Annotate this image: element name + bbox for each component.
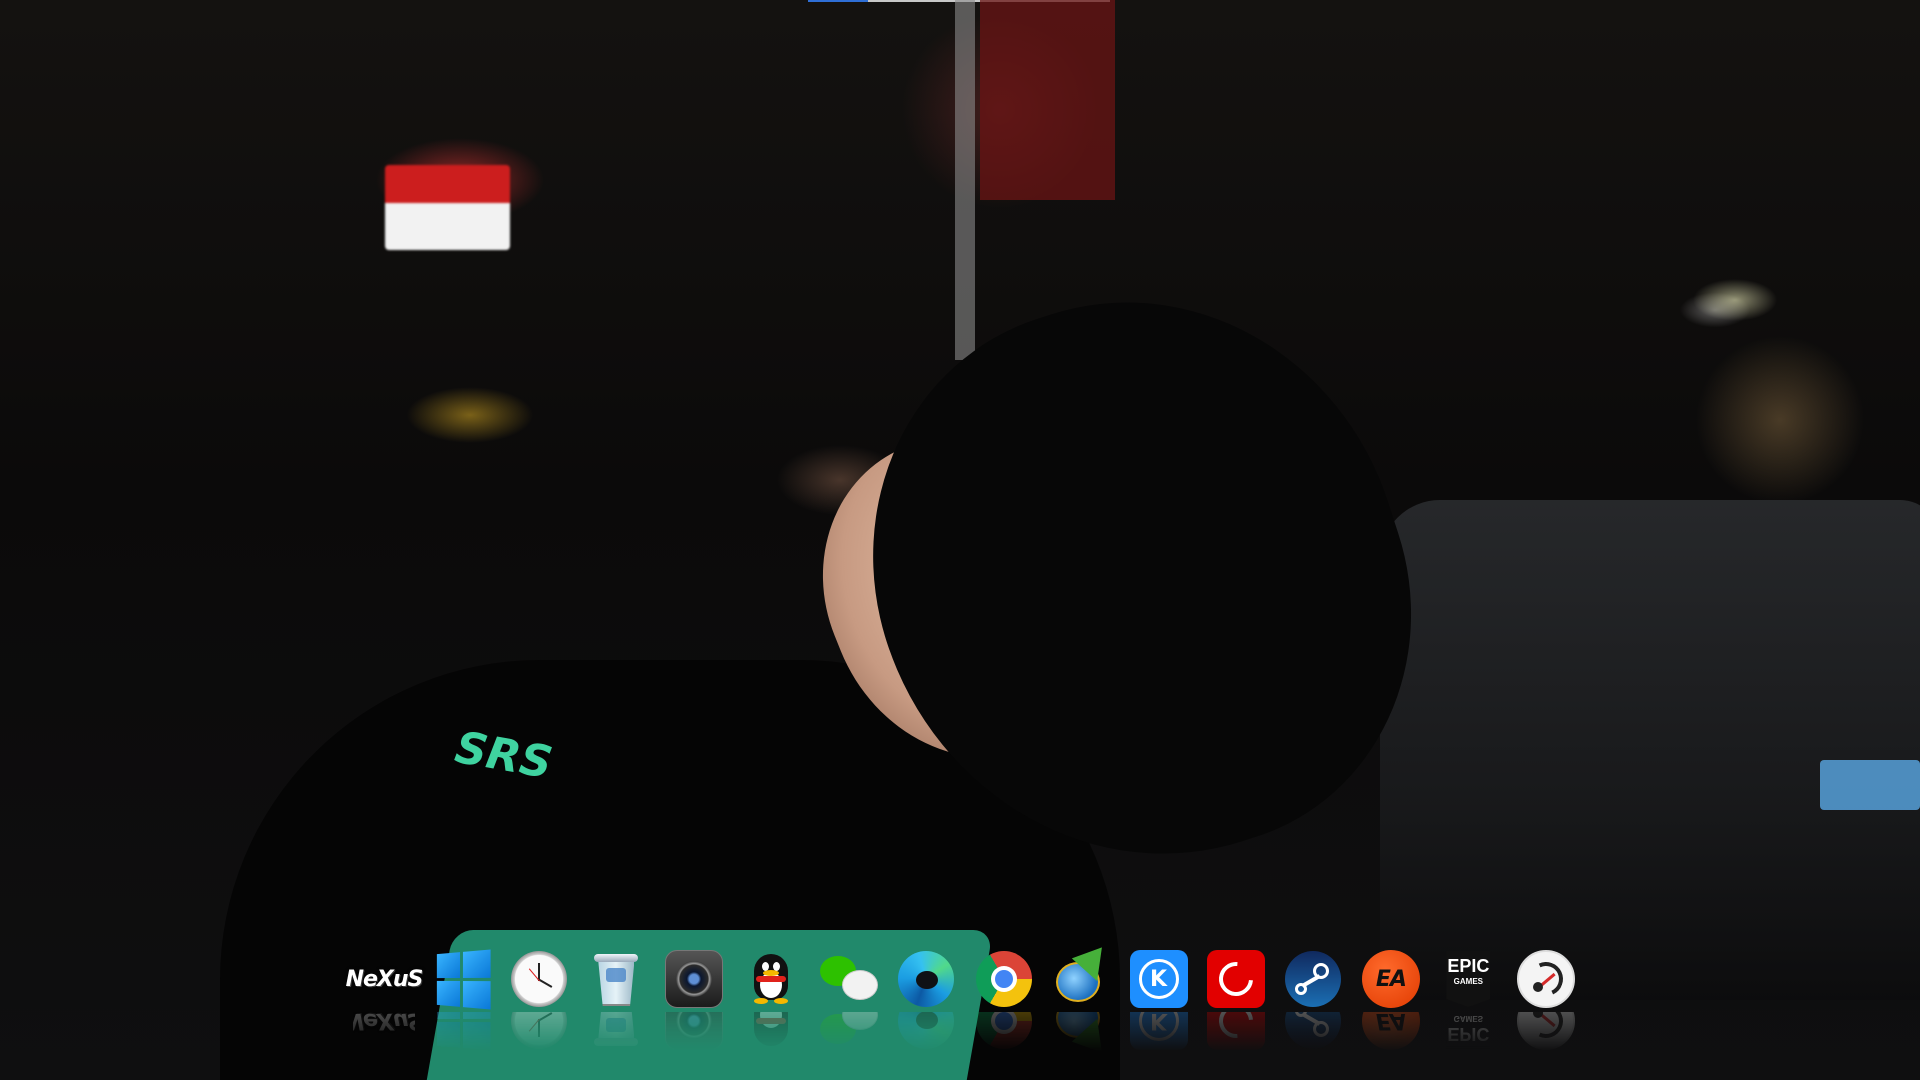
desktop[interactable]: SRS NeXuS NeXuS xyxy=(0,0,1920,1080)
nexus-icon-reflection: NeXuS xyxy=(353,1012,415,1052)
wallpaper-car xyxy=(1380,500,1920,1000)
idm-icon-reflection xyxy=(1050,1012,1113,1052)
download-manager-icon[interactable] xyxy=(1050,947,1113,1010)
dock-item-windows[interactable] xyxy=(427,948,495,1068)
dock-item-recycle-bin[interactable] xyxy=(582,948,650,1068)
epic-icon-reflection: EPIC GAMES xyxy=(1437,1012,1499,1052)
ea-icon-reflection: EA xyxy=(1360,1012,1422,1052)
steam-logo-icon[interactable] xyxy=(1282,948,1344,1010)
netease-icon-reflection xyxy=(1205,1012,1267,1052)
kugou-music-icon[interactable]: K xyxy=(1128,948,1190,1010)
dock-item-ea[interactable]: EA EA xyxy=(1357,948,1425,1068)
epic-wordmark: EPIC xyxy=(1447,956,1490,976)
epic-games-subtext: GAMES xyxy=(1453,977,1484,986)
kugou-icon-reflection: K xyxy=(1128,1012,1190,1052)
speed-icon-reflection xyxy=(1515,1012,1577,1052)
trash-can-icon[interactable] xyxy=(585,948,647,1010)
windows-icon-reflection xyxy=(430,1012,492,1052)
trash-icon-reflection xyxy=(585,1012,647,1052)
wechat-bubbles-icon[interactable] xyxy=(818,948,880,1010)
dock-item-qq[interactable] xyxy=(737,948,805,1068)
dock-item-epic-games[interactable]: EPIC GAMES EPIC GAMES xyxy=(1434,948,1502,1068)
dock-item-camera[interactable] xyxy=(660,948,728,1068)
dock-item-nexus[interactable]: NeXuS NeXuS xyxy=(346,948,424,1068)
windows-logo-icon[interactable] xyxy=(430,948,492,1010)
kugou-reflection-letter: K xyxy=(1138,1012,1179,1041)
dock-item-edge[interactable] xyxy=(892,948,960,1068)
dock-item-idm[interactable] xyxy=(1047,947,1115,1068)
top-edge-bar-accent xyxy=(808,0,868,2)
netease-cloud-music-icon[interactable] xyxy=(1205,948,1267,1010)
dock-item-speedometer[interactable] xyxy=(1512,948,1580,1068)
dock-item-chrome[interactable] xyxy=(970,948,1038,1068)
speed-gauge-icon[interactable] xyxy=(1515,948,1577,1010)
kugou-letter: K xyxy=(1138,959,1179,999)
qq-penguin-icon[interactable] xyxy=(740,948,802,1010)
camera-icon-reflection xyxy=(663,1012,725,1052)
nexus-wordmark: NeXuS xyxy=(345,966,424,992)
wechat-icon-reflection xyxy=(818,1012,880,1052)
analog-clock-icon[interactable] xyxy=(508,948,570,1010)
dock-item-clock[interactable] xyxy=(505,948,573,1068)
steam-icon-reflection xyxy=(1282,1012,1344,1052)
epic-games-logo-icon[interactable]: EPIC GAMES xyxy=(1437,948,1499,1010)
edge-icon-reflection xyxy=(895,1012,957,1052)
dock: NeXuS NeXuS xyxy=(346,947,1580,1080)
nexus-icon[interactable]: NeXuS xyxy=(346,948,424,1010)
dock-item-wechat[interactable] xyxy=(815,948,883,1068)
dock-item-netease-music[interactable] xyxy=(1202,948,1270,1068)
wallpaper-license-plate xyxy=(1820,760,1920,810)
dock-item-steam[interactable] xyxy=(1279,948,1347,1068)
epic-reflection-text: EPIC xyxy=(1447,1024,1490,1044)
ea-logo-icon[interactable]: EA xyxy=(1360,948,1422,1010)
epic-reflection-subtext: GAMES xyxy=(1453,1014,1484,1023)
wallpaper-street-pole xyxy=(955,0,975,360)
nexus-reflection-text: NeXuS xyxy=(353,1012,415,1034)
wallpaper-shop-sign xyxy=(385,165,510,250)
edge-browser-icon[interactable] xyxy=(895,948,957,1010)
chrome-icon-reflection xyxy=(973,1012,1035,1052)
clock-icon-reflection xyxy=(508,1012,570,1052)
chrome-browser-icon[interactable] xyxy=(973,948,1035,1010)
qq-icon-reflection xyxy=(740,1012,802,1052)
ea-wordmark: EA xyxy=(1361,950,1420,1008)
ea-reflection-text: EA xyxy=(1361,1012,1420,1050)
wallpaper-street-banner xyxy=(980,0,1115,200)
camera-lens-icon[interactable] xyxy=(663,948,725,1010)
dock-item-kugou[interactable]: K K xyxy=(1125,948,1193,1068)
